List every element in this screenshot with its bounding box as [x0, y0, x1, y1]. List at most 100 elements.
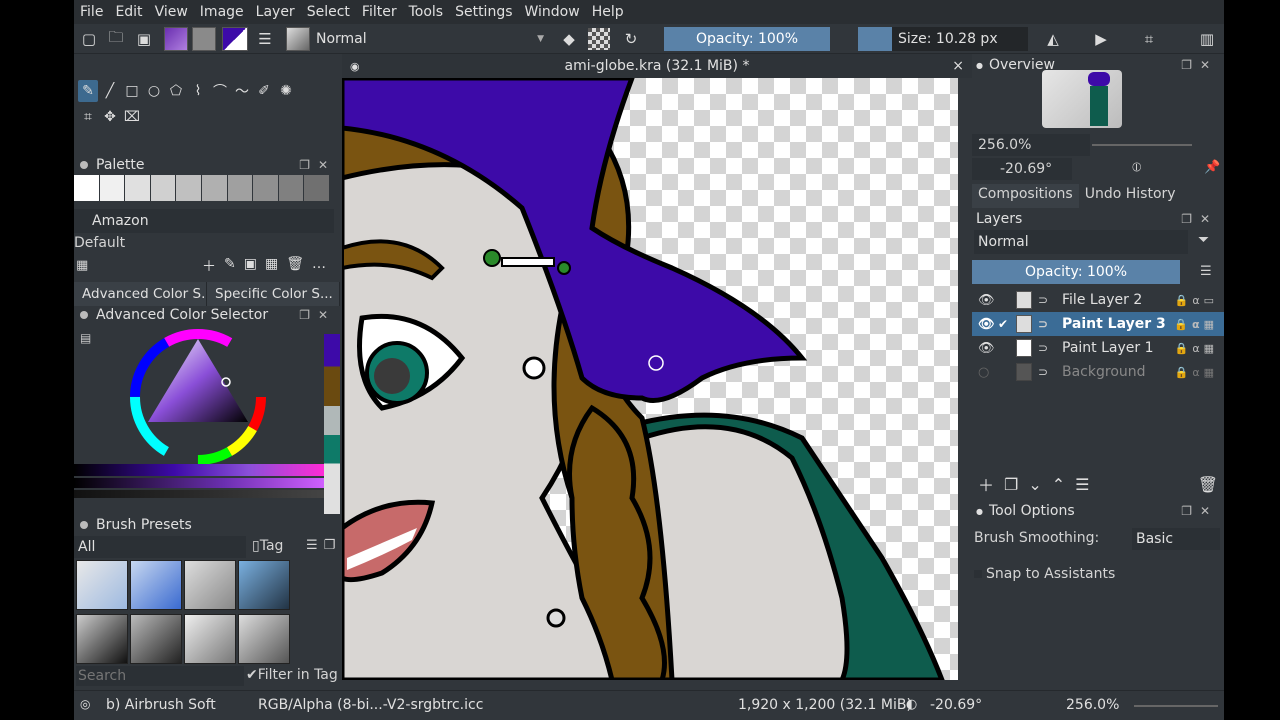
- preset-marker[interactable]: [130, 614, 182, 664]
- tab-undo-history[interactable]: Undo History: [1078, 184, 1182, 208]
- new-document-icon[interactable]: ▢: [80, 28, 98, 50]
- layer-menu-icon[interactable]: ☰: [1200, 264, 1212, 279]
- tab-specific-color[interactable]: Specific Color S...: [207, 282, 340, 306]
- layer-row-selected[interactable]: 👁 ✔ ⊃ Paint Layer 3 🔒α▦: [972, 312, 1224, 336]
- preset-filter-dropdown[interactable]: All: [74, 536, 246, 558]
- checkmark-icon[interactable]: ✔: [998, 317, 1008, 331]
- menu-help[interactable]: Help: [592, 4, 624, 20]
- snap-to-assistants-checkbox[interactable]: Snap to Assistants: [974, 566, 1115, 582]
- pin-icon[interactable]: 📌: [1204, 160, 1220, 175]
- palette-swatch[interactable]: [125, 175, 151, 201]
- blend-mode-dropdown[interactable]: Normal ▼: [312, 27, 548, 51]
- tab-compositions[interactable]: Compositions: [972, 184, 1079, 208]
- palette-swatch[interactable]: [227, 175, 254, 201]
- freehand-path-tool-icon[interactable]: 〜: [232, 80, 252, 102]
- tab-advanced-color[interactable]: Advanced Color S...: [74, 282, 207, 306]
- wrap-around-icon[interactable]: ⌗: [1138, 28, 1160, 50]
- menu-settings[interactable]: Settings: [455, 4, 512, 20]
- crop-tool-icon[interactable]: ⌧: [122, 106, 142, 128]
- add-layer-icon[interactable]: ＋: [978, 472, 994, 496]
- brush-settings-icon[interactable]: ☰: [254, 28, 276, 50]
- workspace-icon[interactable]: ▥: [1196, 28, 1218, 50]
- preserve-alpha-icon[interactable]: [588, 28, 610, 50]
- fg-bg-color-swatch[interactable]: [222, 27, 248, 51]
- palette-swatch[interactable]: [74, 175, 100, 201]
- more-options-icon[interactable]: …: [312, 256, 326, 276]
- freehand-brush-tool-icon[interactable]: ✎: [78, 80, 98, 102]
- delete-layer-icon[interactable]: 🗑: [1198, 475, 1218, 494]
- docker-float-close-icons[interactable]: ❐✕: [1181, 58, 1218, 72]
- move-layer-down-icon[interactable]: ⌄: [1028, 475, 1041, 494]
- eye-hidden-icon[interactable]: ○: [978, 365, 989, 380]
- reload-preset-icon[interactable]: ↻: [620, 28, 642, 50]
- opacity-slider[interactable]: Opacity: 100%: [664, 27, 830, 51]
- eye-visibility-icon[interactable]: 👁: [978, 293, 995, 308]
- mirror-view-icon[interactable]: ⦶: [1132, 160, 1141, 175]
- layer-properties-icon[interactable]: ☰: [1075, 475, 1089, 494]
- menu-view[interactable]: View: [155, 4, 188, 20]
- preset-eraser[interactable]: [76, 560, 128, 610]
- add-swatch-icon[interactable]: ＋: [202, 256, 216, 276]
- menu-select[interactable]: Select: [307, 4, 350, 20]
- duplicate-layer-icon[interactable]: ❐: [1004, 475, 1018, 494]
- grid-view-icon[interactable]: ▦: [265, 256, 278, 276]
- preset-soft-pencil[interactable]: [184, 614, 236, 664]
- delete-swatch-icon[interactable]: 🗑: [286, 256, 304, 276]
- palette-swatch[interactable]: [201, 175, 228, 201]
- palette-swatch[interactable]: [253, 175, 279, 201]
- menu-image[interactable]: Image: [200, 4, 244, 20]
- palette-selector[interactable]: Amazon: [74, 209, 334, 233]
- mirror-vertical-icon[interactable]: ▶: [1090, 28, 1112, 50]
- overview-rotation-field[interactable]: -20.69°: [972, 158, 1072, 180]
- menu-tools[interactable]: Tools: [409, 4, 444, 20]
- palette-swatch[interactable]: [150, 175, 177, 201]
- zoom-slider[interactable]: [1092, 144, 1192, 146]
- open-document-icon[interactable]: 🗀: [106, 28, 126, 50]
- status-zoom-slider[interactable]: [1134, 705, 1218, 707]
- move-tool-icon[interactable]: ✥: [100, 106, 120, 128]
- preset-fine-pen[interactable]: [238, 614, 290, 664]
- docker-float-close-icons[interactable]: ❐✕: [1181, 504, 1218, 518]
- preset-search-input[interactable]: [76, 666, 244, 686]
- preset-ink-pen[interactable]: [76, 614, 128, 664]
- multibrush-tool-icon[interactable]: ✺: [276, 80, 296, 102]
- palette-swatch[interactable]: [278, 175, 305, 201]
- save-palette-icon[interactable]: ▣: [244, 256, 257, 276]
- docker-float-close-icons[interactable]: ❐✕: [299, 308, 336, 322]
- mirror-horizontal-icon[interactable]: ◭: [1042, 28, 1064, 50]
- layer-blend-mode-dropdown[interactable]: Normal: [974, 230, 1188, 254]
- transform-tool-icon[interactable]: ⌗: [78, 106, 98, 128]
- close-document-icon[interactable]: ×: [952, 58, 964, 74]
- preset-airbrush-soft[interactable]: [238, 560, 290, 610]
- filter-in-tag-checkbox[interactable]: ✔Filter in Tag: [246, 667, 338, 683]
- move-layer-up-icon[interactable]: ⌃: [1052, 475, 1065, 494]
- overview-thumbnail[interactable]: [1042, 70, 1122, 128]
- overview-zoom-field[interactable]: 256.0%: [972, 134, 1090, 156]
- layer-row[interactable]: 👁 ⊃ Paint Layer 1 🔒α▦: [972, 336, 1224, 360]
- size-slider[interactable]: Size: 10.28 px: [892, 27, 1028, 51]
- brush-preset-icon[interactable]: [286, 27, 310, 51]
- size-slider-fill[interactable]: [858, 27, 892, 51]
- lock-alpha-icons[interactable]: 🔒α▦: [1174, 318, 1218, 331]
- drawing-canvas[interactable]: [342, 78, 958, 680]
- brush-smoothing-dropdown[interactable]: Basic: [1132, 528, 1220, 550]
- layer-filter-icon[interactable]: ⏷: [1198, 232, 1209, 248]
- lock-alpha-folder-icons[interactable]: 🔒α▭: [1175, 294, 1218, 307]
- save-icon[interactable]: ▣: [134, 28, 154, 50]
- palette-swatch[interactable]: [304, 175, 330, 201]
- eye-visibility-icon[interactable]: 👁: [978, 317, 995, 332]
- preset-blender[interactable]: [184, 560, 236, 610]
- menu-layer[interactable]: Layer: [256, 4, 295, 20]
- gradient-swatch[interactable]: [164, 27, 188, 51]
- edit-swatch-icon[interactable]: ✎: [224, 256, 236, 276]
- tag-button[interactable]: ▯Tag: [252, 538, 283, 554]
- dynamic-brush-tool-icon[interactable]: ✐: [254, 80, 274, 102]
- ellipse-tool-icon[interactable]: ○: [144, 80, 164, 102]
- layer-row-hidden[interactable]: ○ ⊃ Background 🔒α▦: [972, 360, 1224, 384]
- eraser-mode-icon[interactable]: ◆: [558, 28, 580, 50]
- docker-float-close-icons[interactable]: ❐✕: [1181, 212, 1218, 226]
- preset-view-icons[interactable]: ☰❐: [306, 538, 341, 553]
- polygon-tool-icon[interactable]: ⬠: [166, 80, 186, 102]
- menu-edit[interactable]: Edit: [115, 4, 142, 20]
- menu-window[interactable]: Window: [525, 4, 580, 20]
